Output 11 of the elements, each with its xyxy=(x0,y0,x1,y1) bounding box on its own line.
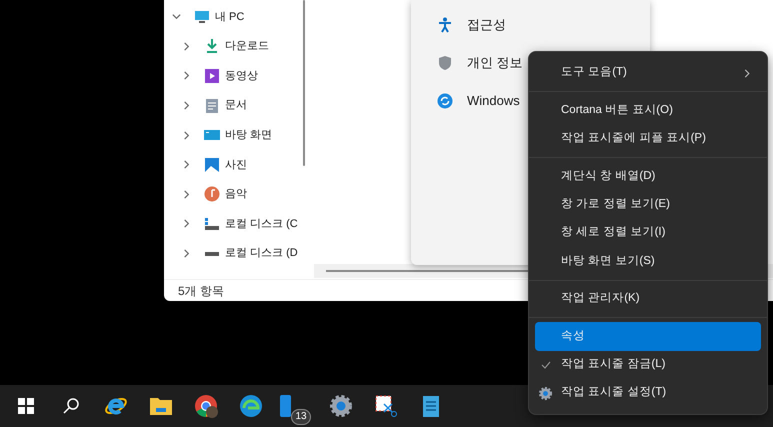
tree-item-label: 문서 xyxy=(225,98,247,114)
status-text: 5개 항목 xyxy=(178,282,224,300)
tree-item-label: 내 PC xyxy=(215,10,244,25)
tree-item-label: 로컬 디스크 (C xyxy=(225,216,298,232)
notification-badge: 13 xyxy=(291,409,311,425)
tree-item-label: 다운로드 xyxy=(225,39,269,54)
tree-item-label: 로컬 디스크 (D xyxy=(225,246,298,262)
tree-item-label: 음악 xyxy=(225,187,247,202)
tree-item-label: 바탕 화면 xyxy=(225,128,272,143)
tree-item-label: 동영상 xyxy=(225,68,258,84)
tree-item-label: 사진 xyxy=(225,158,247,173)
